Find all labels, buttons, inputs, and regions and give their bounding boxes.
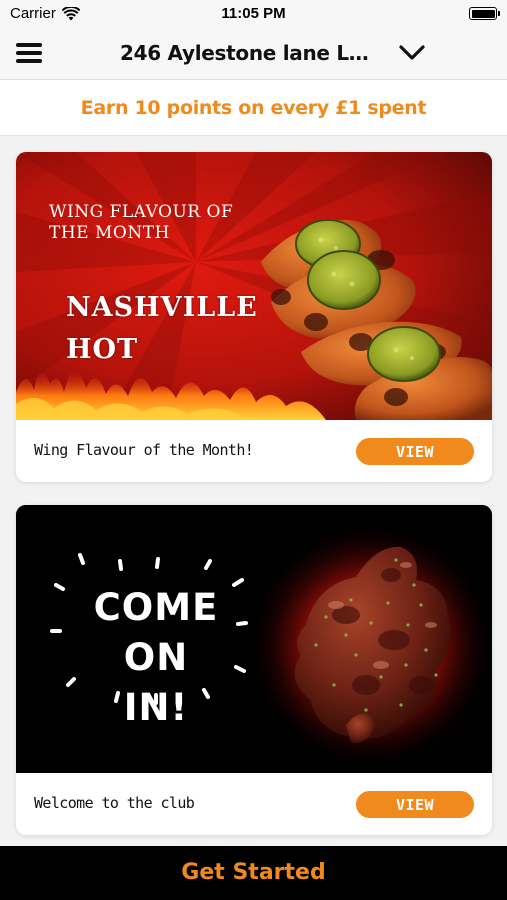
nav-bar: 246 Aylestone lane Leicester [0, 28, 507, 80]
status-time: 11:05 PM [221, 5, 286, 22]
get-started-label: Get Started [181, 860, 326, 885]
status-bar: Carrier 11:05 PM [0, 0, 507, 28]
get-started-button[interactable]: Get Started [0, 846, 507, 900]
card-footer: Wing Flavour of the Month! VIEW [16, 420, 492, 482]
promo-image-come-on-in: COME ON IN! [16, 505, 492, 773]
battery-icon [469, 7, 500, 20]
promo-heading: COME ON IN! [93, 586, 219, 729]
promo-image-artwork [16, 152, 492, 420]
card-caption: Welcome to the club [34, 794, 195, 812]
promo-heading: WING FLAVOUR OF THE MONTH [49, 202, 234, 243]
view-button[interactable]: VIEW [356, 438, 474, 465]
promo-flavour-name: NASHVILLE HOT [66, 292, 258, 365]
location-title[interactable]: 246 Aylestone lane Leicester [120, 41, 382, 65]
points-banner-text: Earn 10 points on every £1 spent [80, 97, 427, 119]
hamburger-menu-icon[interactable] [16, 43, 42, 63]
view-button[interactable]: VIEW [356, 791, 474, 818]
points-banner: Earn 10 points on every £1 spent [0, 80, 507, 136]
promo-card-wing-flavour[interactable]: WING FLAVOUR OF THE MONTH NASHVILLE HOT … [16, 152, 492, 482]
promo-image-nashville-hot: WING FLAVOUR OF THE MONTH NASHVILLE HOT [16, 152, 492, 420]
card-caption: Wing Flavour of the Month! [34, 441, 254, 459]
chevron-down-icon[interactable] [398, 42, 426, 64]
card-footer: Welcome to the club VIEW [16, 773, 492, 835]
promo-card-welcome[interactable]: COME ON IN! Welcome to the club VIEW [16, 505, 492, 835]
